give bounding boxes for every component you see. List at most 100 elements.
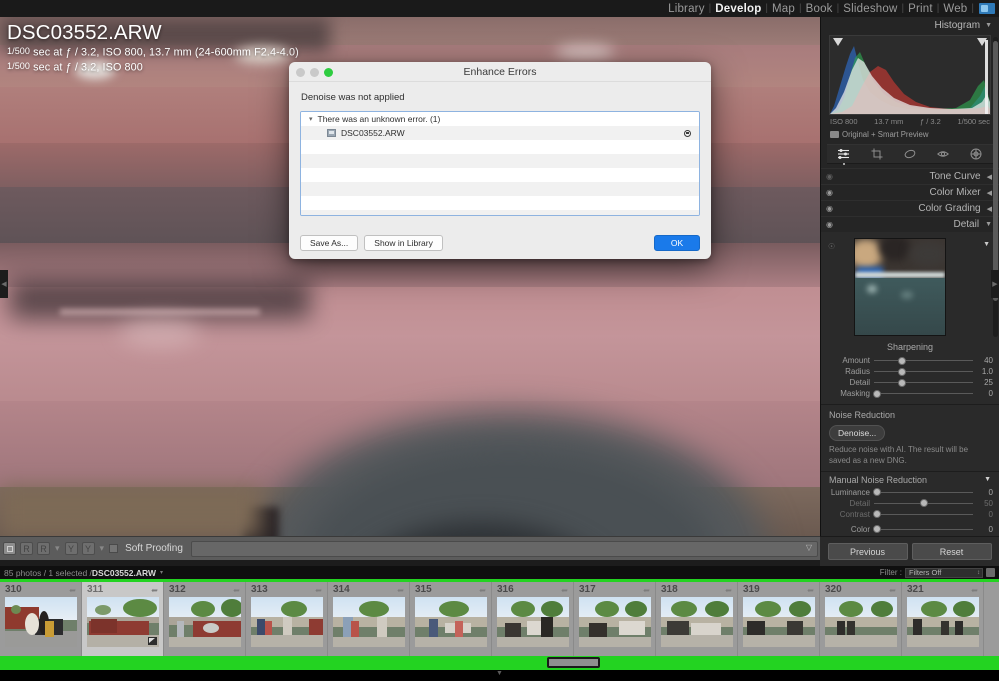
module-library[interactable]: Library: [664, 3, 709, 15]
loupe-view-icon[interactable]: [3, 542, 16, 555]
module-slideshow[interactable]: Slideshow: [839, 3, 901, 15]
slider-radius[interactable]: Radius 1.0: [821, 366, 999, 377]
red-eye-icon[interactable]: [935, 147, 951, 162]
panel-color-mixer[interactable]: ◉ Color Mixer ◀: [821, 184, 999, 200]
filmstrip-thumbnail[interactable]: [743, 597, 815, 647]
filter-badge-icon[interactable]: [986, 568, 995, 577]
ok-button[interactable]: OK: [654, 235, 700, 251]
flag-icon[interactable]: ➥: [315, 586, 322, 595]
color-grading-eye-icon[interactable]: ◉: [826, 204, 833, 213]
previous-button[interactable]: Previous: [827, 543, 908, 560]
slider-lum-detail[interactable]: Detail 50: [821, 498, 999, 509]
chevron-down-icon[interactable]: ▼: [985, 221, 992, 228]
slider-track[interactable]: [872, 487, 973, 498]
filmstrip-collapse-bar[interactable]: ▼: [0, 670, 999, 681]
filmstrip-thumbnail[interactable]: [333, 597, 405, 647]
slider-track[interactable]: [874, 366, 973, 377]
slider-amount[interactable]: Amount 40: [821, 355, 999, 366]
panel-color-grading[interactable]: ◉ Color Grading ◀: [821, 200, 999, 216]
filmstrip-cell[interactable]: 310 ➥: [0, 582, 82, 656]
before-after-tb2-icon[interactable]: Y: [81, 542, 95, 555]
filmstrip-cell[interactable]: 316 ➥: [492, 582, 574, 656]
toolbar-zoom-slot[interactable]: [190, 540, 818, 557]
module-book[interactable]: Book: [802, 3, 837, 15]
chevron-down-icon[interactable]: ▼: [984, 476, 991, 483]
lock-icon[interactable]: ☉: [828, 242, 835, 251]
status-caret-icon[interactable]: ▾: [160, 569, 163, 576]
flag-icon[interactable]: ➥: [807, 586, 814, 595]
filmstrip-scrollbar-thumb[interactable]: [547, 657, 600, 668]
slider-luminance[interactable]: Luminance 0: [821, 487, 999, 498]
flag-icon[interactable]: ➥: [971, 586, 978, 595]
panel-tone-curve[interactable]: ◉ Tone Curve ◀: [821, 168, 999, 184]
filmstrip-thumbnail[interactable]: [251, 597, 323, 647]
toolbar-sep-1[interactable]: ▾: [55, 543, 60, 554]
chevron-down-icon[interactable]: ▾: [309, 115, 313, 123]
filmstrip-cell[interactable]: 319 ➥: [738, 582, 820, 656]
error-list[interactable]: ▾ There was an unknown error. (1) DSC035…: [300, 111, 700, 216]
flag-icon[interactable]: ➥: [725, 586, 732, 595]
flag-icon[interactable]: ➥: [643, 586, 650, 595]
slider-track[interactable]: [872, 509, 973, 520]
masking-icon[interactable]: [968, 147, 984, 162]
flag-icon[interactable]: ➥: [397, 586, 404, 595]
filmstrip-thumbnail[interactable]: [661, 597, 733, 647]
manual-noise-reduction-header[interactable]: Manual Noise Reduction ▼: [821, 470, 999, 487]
chevron-down-icon[interactable]: ▼: [985, 22, 992, 29]
filmstrip-cell[interactable]: 317 ➥: [574, 582, 656, 656]
spot-removal-icon[interactable]: [902, 147, 918, 162]
filmstrip-thumbnail[interactable]: [907, 597, 979, 647]
close-icon[interactable]: [296, 68, 305, 77]
flag-icon[interactable]: ➥: [69, 586, 76, 595]
filmstrip-thumbnail[interactable]: [87, 597, 159, 647]
slider-track[interactable]: [874, 377, 973, 388]
flag-icon[interactable]: ➥: [233, 586, 240, 595]
filmstrip-cell[interactable]: 318 ➥: [656, 582, 738, 656]
remove-icon[interactable]: [684, 129, 691, 137]
minimize-icon[interactable]: [310, 68, 319, 77]
filmstrip-thumbnail[interactable]: [579, 597, 651, 647]
detail-preview-chevron-icon[interactable]: ▼: [983, 241, 990, 248]
filmstrip-cell[interactable]: 313 ➥: [246, 582, 328, 656]
show-in-library-button[interactable]: Show in Library: [364, 235, 443, 251]
filmstrip-thumbnail[interactable]: [825, 597, 897, 647]
soft-proofing-checkbox[interactable]: [109, 544, 119, 553]
maximize-icon[interactable]: [324, 68, 333, 77]
chevron-left-icon[interactable]: ◀: [987, 205, 992, 213]
filmstrip[interactable]: 310 ➥ 311 ➥ 312 ➥ 313 ➥ 314 ➥ 315 ➥ 316 …: [0, 582, 999, 656]
panel-detail[interactable]: ◉ Detail ▼: [821, 216, 999, 232]
right-panel-toggle[interactable]: ▶: [991, 270, 999, 298]
filmstrip-cell[interactable]: 320 ➥: [820, 582, 902, 656]
flag-icon[interactable]: ➥: [561, 586, 568, 595]
filmstrip-thumbnail[interactable]: [415, 597, 487, 647]
before-after-lr2-icon[interactable]: R: [37, 542, 50, 555]
left-panel-toggle[interactable]: ◀: [0, 270, 8, 298]
toolbar-sep-2[interactable]: ▾: [100, 543, 105, 554]
slider-track[interactable]: [872, 524, 973, 535]
slider-track[interactable]: [874, 498, 973, 509]
filmstrip-thumbnail[interactable]: [497, 597, 569, 647]
crop-icon[interactable]: [869, 147, 885, 162]
error-group-row[interactable]: ▾ There was an unknown error. (1): [301, 112, 699, 126]
filmstrip-cell[interactable]: 311 ➥: [82, 582, 164, 656]
before-after-lr-icon[interactable]: R: [20, 542, 33, 555]
module-develop[interactable]: Develop: [711, 3, 765, 15]
slider-detail[interactable]: Detail 25: [821, 377, 999, 388]
filmstrip-cell[interactable]: 312 ➥: [164, 582, 246, 656]
before-after-tb-icon[interactable]: Y: [64, 542, 78, 555]
flag-icon[interactable]: ➥: [889, 586, 896, 595]
module-print[interactable]: Print: [904, 3, 937, 15]
reset-button[interactable]: Reset: [911, 543, 992, 560]
denoise-button[interactable]: Denoise...: [829, 425, 886, 441]
basic-sliders-icon[interactable]: [836, 147, 852, 162]
color-mixer-eye-icon[interactable]: ◉: [826, 188, 833, 197]
slider-track[interactable]: [874, 355, 973, 366]
tone-curve-eye-icon[interactable]: ◉: [826, 172, 833, 181]
filmstrip-cell[interactable]: 321 ➥: [902, 582, 984, 656]
filmstrip-thumbnail[interactable]: [169, 597, 241, 647]
slider-masking[interactable]: Masking 0: [821, 388, 999, 399]
filmstrip-cell[interactable]: 314 ➥: [328, 582, 410, 656]
error-file-row[interactable]: DSC03552.ARW: [301, 126, 699, 140]
flag-icon[interactable]: ➥: [151, 586, 158, 595]
filmstrip-thumbnail[interactable]: [5, 597, 77, 647]
